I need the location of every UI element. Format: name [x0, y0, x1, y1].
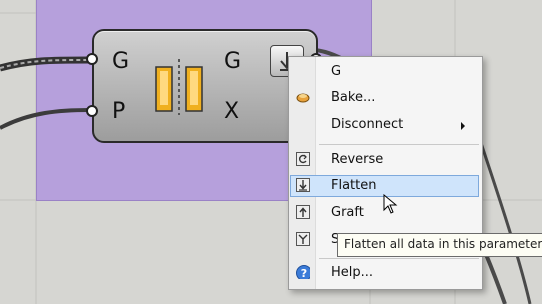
reverse-icon [296, 152, 310, 166]
menu-item-help[interactable]: ? Help... [290, 262, 479, 284]
menu-item-help-label: Help... [331, 265, 374, 280]
input-grip-g[interactable] [86, 53, 98, 65]
simplify-icon [296, 232, 310, 246]
menu-separator [319, 144, 479, 145]
flatten-icon [296, 178, 310, 192]
tooltip-text: Flatten all data in this parameter [344, 237, 542, 251]
menu-item-bake[interactable]: Bake... [290, 87, 479, 109]
menu-item-reverse[interactable]: Reverse [290, 149, 479, 171]
menu-header: G [290, 61, 479, 83]
menu-item-reverse-label: Reverse [331, 152, 384, 167]
bake-icon [296, 93, 310, 103]
mouse-cursor-icon [383, 194, 398, 214]
tooltip: Flatten all data in this parameter [337, 233, 542, 257]
menu-item-disconnect-label: Disconnect [331, 117, 404, 132]
help-icon: ? [296, 265, 310, 279]
menu-item-disconnect[interactable]: Disconnect [290, 114, 479, 136]
menu-separator [319, 258, 479, 259]
menu-item-bake-label: Bake... [331, 90, 376, 105]
menu-item-flatten-label: Flatten [331, 178, 377, 193]
svg-text:?: ? [301, 267, 307, 279]
input-grip-p[interactable] [86, 105, 98, 117]
canvas[interactable]: G P G X G Bake... Disconnect Reverse Fla… [0, 0, 542, 304]
menu-header-label: G [331, 64, 342, 79]
graft-icon [296, 205, 310, 219]
menu-item-graft-label: Graft [331, 205, 364, 220]
submenu-arrow-icon [461, 122, 465, 130]
